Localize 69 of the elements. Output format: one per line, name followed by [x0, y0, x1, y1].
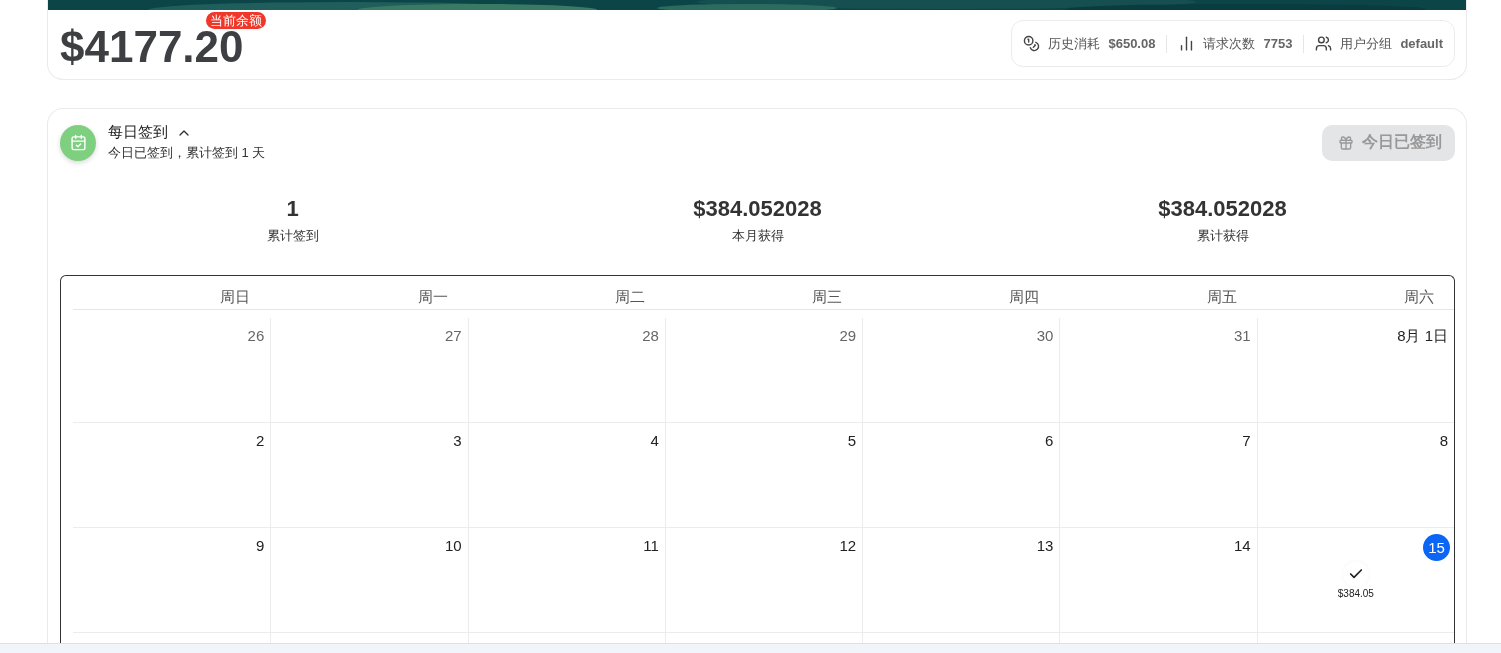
day-number: 7	[1242, 432, 1251, 449]
day-number: 9	[255, 537, 265, 554]
checkin-subtitle: 今日已签到，累计签到 1 天	[108, 144, 266, 162]
day-number: 4	[650, 432, 659, 449]
day-cell[interactable]: 8月 1日	[1256, 318, 1454, 423]
stat-label: 请求次数	[1203, 34, 1256, 53]
weekday-label: 周日	[220, 288, 251, 305]
day-cell[interactable]: 31	[1059, 318, 1257, 423]
day-cell[interactable]: 12	[664, 528, 863, 633]
day-number: 11	[643, 537, 659, 554]
stat-value: $650.08	[1108, 36, 1156, 51]
day-cell[interactable]: 4	[467, 423, 665, 528]
day-cell[interactable]: 3	[270, 423, 468, 528]
day-cell[interactable]: 14	[1059, 528, 1257, 633]
gift-icon	[1338, 134, 1354, 151]
weekday-label: 周三	[812, 288, 843, 305]
balance-badge: 当前余额	[206, 11, 266, 29]
day-cell[interactable]: 26	[73, 318, 271, 423]
day-number: 30	[1036, 327, 1054, 344]
day-number: 10	[444, 537, 462, 554]
weekday-label: 周四	[1009, 288, 1040, 305]
day-number: 6	[1045, 432, 1054, 449]
day-cell[interactable]: 27	[270, 318, 468, 423]
day-cell[interactable]: 9	[73, 528, 271, 633]
summary-label: 累计获得	[1196, 227, 1249, 245]
day-cell[interactable]: 11	[467, 528, 665, 633]
today-date: 15	[1423, 534, 1450, 561]
weekday-label: 周二	[614, 288, 645, 305]
stat-value: 7753	[1263, 36, 1293, 51]
day-number: 12	[839, 537, 857, 554]
reward-amount: $384.05	[1337, 588, 1374, 599]
stat-value: default	[1400, 36, 1443, 51]
stat-label: 历史消耗	[1048, 34, 1101, 53]
summary-label: 本月获得	[731, 227, 784, 245]
day-number: 31	[1234, 327, 1251, 344]
day-number: 29	[839, 327, 857, 344]
summary-value: 1	[286, 196, 299, 222]
day-cell[interactable]: 13	[862, 528, 1060, 633]
checkin-title: 每日签到	[108, 123, 168, 142]
day-cell[interactable]: 6	[862, 423, 1060, 528]
day-number: 27	[444, 327, 462, 344]
day-number: 26	[247, 327, 265, 344]
day-cell[interactable]: 28	[467, 318, 665, 423]
weekday-label: 周五	[1206, 288, 1237, 305]
day-number: 28	[642, 327, 659, 344]
summary-value: $384.052028	[1158, 196, 1287, 222]
summary-label: 累计签到	[266, 227, 319, 245]
day-cell[interactable]: 29	[664, 318, 863, 423]
day-number: 5	[847, 432, 857, 449]
weekday-label: 周六	[1404, 288, 1434, 305]
day-cell[interactable]: 10	[270, 528, 468, 633]
day-cell[interactable]: 5	[664, 423, 863, 528]
day-cell[interactable]: 15 $384.05	[1256, 528, 1454, 633]
coins-icon	[1023, 35, 1041, 52]
day-number: 13	[1036, 537, 1054, 554]
day-number: 14	[1234, 537, 1251, 554]
calendar-check-icon	[60, 124, 96, 161]
stat-label: 用户分组	[1340, 34, 1393, 53]
summary-value: $384.052028	[693, 196, 822, 222]
day-cell[interactable]: 2	[73, 423, 271, 528]
weekday-label: 周一	[417, 288, 448, 305]
day-number: 8	[1439, 432, 1448, 449]
day-cell[interactable]: 30	[862, 318, 1060, 423]
users-icon	[1315, 35, 1333, 52]
day-cell[interactable]: 7	[1059, 423, 1257, 528]
day-number: 2	[255, 432, 265, 449]
day-number: 8月 1日	[1397, 327, 1448, 346]
day-number: 3	[453, 432, 462, 449]
day-cell[interactable]: 8	[1256, 423, 1454, 528]
